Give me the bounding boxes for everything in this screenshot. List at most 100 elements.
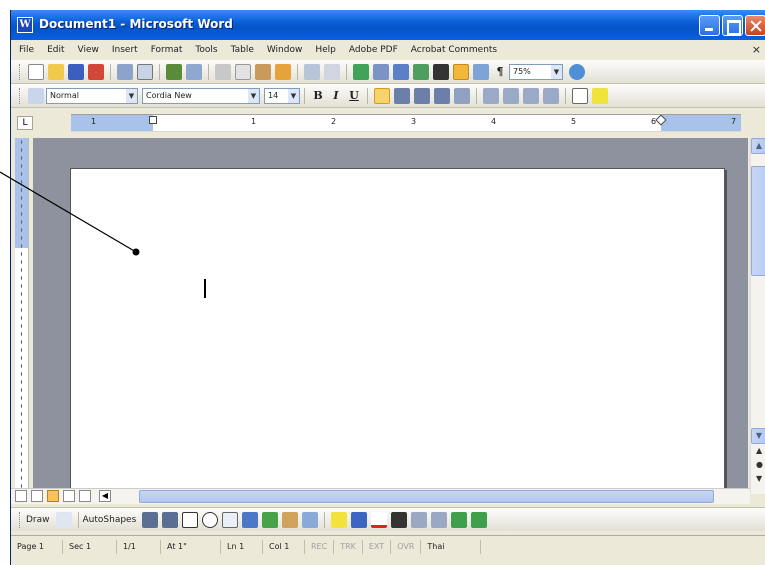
arrow-style-icon[interactable]: [431, 511, 448, 528]
select-browse-object-icon[interactable]: ●: [756, 460, 763, 469]
horizontal-ruler[interactable]: 1 1 2 3 4 5 6 7: [71, 114, 741, 132]
toolbar-grip[interactable]: [19, 511, 22, 528]
chevron-down-icon[interactable]: ▼: [551, 64, 562, 79]
print-preview-icon[interactable]: [137, 63, 153, 80]
document-map-icon[interactable]: [473, 63, 489, 80]
hyperlink-icon[interactable]: [353, 63, 369, 80]
status-ext[interactable]: EXT: [363, 539, 392, 554]
borders-icon[interactable]: [572, 87, 588, 104]
previous-page-icon[interactable]: ▲: [756, 446, 762, 455]
menu-tools[interactable]: Tools: [195, 45, 217, 55]
3d-style-icon[interactable]: [471, 511, 488, 528]
document-close-icon[interactable]: ×: [752, 43, 761, 56]
open-folder-icon[interactable]: [48, 63, 64, 80]
research-icon[interactable]: [186, 63, 202, 80]
vertical-ruler[interactable]: [15, 138, 29, 488]
justify-icon[interactable]: [434, 87, 450, 104]
save-icon[interactable]: [68, 63, 84, 80]
outline-view-icon[interactable]: [63, 490, 75, 502]
font-dropdown[interactable]: Cordia New ▼: [142, 87, 260, 104]
menu-insert[interactable]: Insert: [112, 45, 138, 55]
bullets-icon[interactable]: [503, 87, 519, 104]
columns-icon[interactable]: [433, 63, 449, 80]
font-size-dropdown[interactable]: 14 ▼: [264, 87, 300, 104]
scroll-up-icon[interactable]: ▲: [751, 138, 765, 154]
status-ovr[interactable]: OVR: [391, 539, 422, 554]
select-objects-icon[interactable]: [55, 511, 72, 528]
distributed-icon[interactable]: [454, 87, 470, 104]
oval-icon[interactable]: [202, 511, 219, 528]
rectangle-icon[interactable]: [182, 511, 199, 528]
style-dropdown[interactable]: Normal ▼: [46, 87, 138, 104]
scroll-down-icon[interactable]: ▼: [751, 428, 765, 444]
status-rec[interactable]: REC: [305, 539, 335, 554]
highlight-icon[interactable]: [592, 87, 608, 104]
menu-acrobat-comments[interactable]: Acrobat Comments: [411, 45, 497, 55]
decrease-indent-icon[interactable]: [523, 87, 539, 104]
chevron-down-icon[interactable]: ▼: [126, 88, 137, 103]
drawing-icon[interactable]: [453, 63, 469, 80]
cut-icon[interactable]: [215, 63, 231, 80]
menu-table[interactable]: Table: [231, 45, 254, 55]
undo-icon[interactable]: [304, 63, 320, 80]
fill-color-icon[interactable]: [331, 511, 348, 528]
styles-formatting-icon[interactable]: [28, 87, 44, 104]
help-icon[interactable]: [569, 63, 585, 80]
menu-adobe-pdf[interactable]: Adobe PDF: [349, 45, 398, 55]
menu-edit[interactable]: Edit: [47, 45, 64, 55]
menu-file[interactable]: File: [19, 45, 34, 55]
menu-format[interactable]: Format: [151, 45, 183, 55]
insert-picture-icon[interactable]: [302, 511, 319, 528]
diagram-icon[interactable]: [262, 511, 279, 528]
toolbar-grip[interactable]: [19, 63, 22, 80]
zoom-dropdown[interactable]: 75% ▼: [509, 63, 563, 80]
print-icon[interactable]: [117, 63, 133, 80]
text-box-icon[interactable]: [222, 511, 239, 528]
paste-icon[interactable]: [255, 63, 271, 80]
show-hide-icon[interactable]: ¶: [493, 65, 507, 78]
arrow-icon[interactable]: [162, 511, 179, 528]
menu-help[interactable]: Help: [315, 45, 336, 55]
web-layout-view-icon[interactable]: [31, 490, 43, 502]
spelling-icon[interactable]: [166, 63, 182, 80]
new-document-icon[interactable]: [28, 63, 44, 80]
autoshapes-menu[interactable]: AutoShapes: [83, 515, 137, 525]
tab-selector[interactable]: L: [17, 116, 33, 130]
horizontal-scrollbar[interactable]: ◀: [11, 488, 750, 504]
permission-icon[interactable]: [88, 63, 104, 80]
next-page-icon[interactable]: ▼: [756, 474, 762, 483]
align-right-icon[interactable]: [414, 87, 430, 104]
format-painter-icon[interactable]: [275, 63, 291, 80]
document-page[interactable]: [70, 168, 725, 488]
tables-borders-icon[interactable]: [373, 63, 389, 80]
shadow-style-icon[interactable]: [451, 511, 468, 528]
scroll-left-icon[interactable]: ◀: [99, 490, 111, 502]
line-style-icon[interactable]: [391, 511, 408, 528]
insert-table-icon[interactable]: [393, 63, 409, 80]
chevron-down-icon[interactable]: ▼: [248, 88, 259, 103]
align-left-icon[interactable]: [374, 87, 390, 104]
print-layout-view-icon[interactable]: [47, 490, 59, 502]
line-color-icon[interactable]: [351, 511, 368, 528]
close-button[interactable]: [745, 15, 765, 36]
clip-art-icon[interactable]: [282, 511, 299, 528]
underline-button[interactable]: U: [347, 89, 361, 102]
reading-layout-view-icon[interactable]: [79, 490, 91, 502]
redo-icon[interactable]: [324, 63, 340, 80]
increase-indent-icon[interactable]: [543, 87, 559, 104]
status-trk[interactable]: TRK: [334, 539, 363, 554]
menu-window[interactable]: Window: [267, 45, 303, 55]
normal-view-icon[interactable]: [15, 490, 27, 502]
word-app-icon[interactable]: W: [17, 17, 33, 33]
line-icon[interactable]: [142, 511, 159, 528]
draw-menu[interactable]: Draw: [26, 515, 50, 525]
title-bar[interactable]: W Document1 - Microsoft Word: [11, 10, 765, 40]
vertical-scrollbar[interactable]: ▲ ▼ ▲ ● ▼: [750, 138, 765, 494]
copy-icon[interactable]: [235, 63, 251, 80]
menu-view[interactable]: View: [78, 45, 99, 55]
toolbar-grip[interactable]: [19, 87, 22, 104]
chevron-down-icon[interactable]: ▼: [288, 88, 299, 103]
bold-button[interactable]: B: [311, 89, 325, 102]
maximize-button[interactable]: [722, 15, 743, 36]
insert-excel-icon[interactable]: [413, 63, 429, 80]
